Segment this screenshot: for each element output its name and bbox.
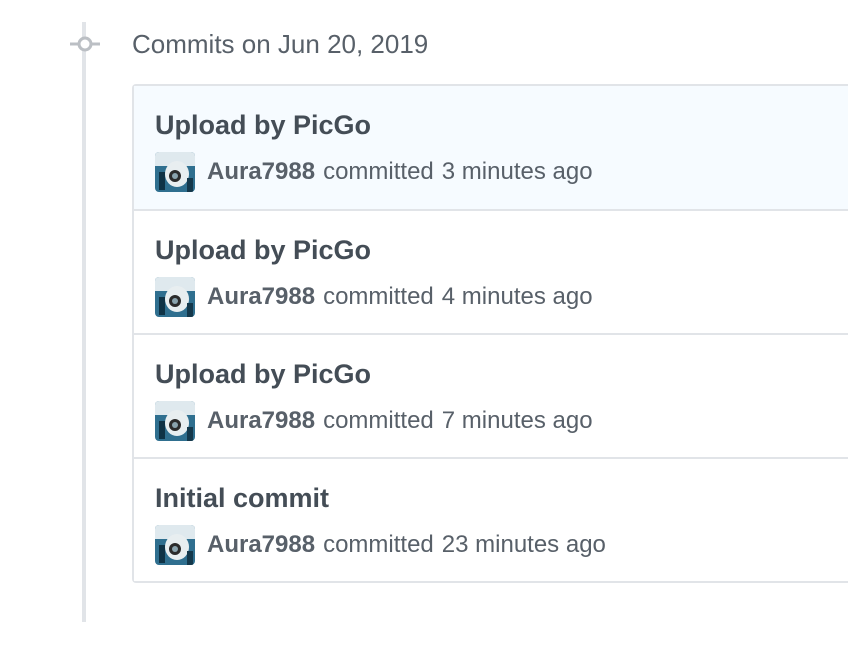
- commit-time: 23 minutes ago: [441, 531, 606, 558]
- commit-time: 3 minutes ago: [441, 158, 593, 185]
- commit-title-link[interactable]: Upload by PicGo: [155, 108, 371, 142]
- commit-row: Initial commit Aura7988 committed 23 min…: [134, 457, 848, 581]
- commit-group-title: Commits on Jun 20, 2019: [132, 29, 429, 59]
- git-commit-icon: [70, 36, 100, 52]
- commit-meta: Aura7988 committed 3 minutes ago: [155, 152, 593, 192]
- author-link[interactable]: Aura7988: [207, 283, 315, 311]
- commit-action-text: committed: [323, 158, 434, 185]
- avatar[interactable]: [155, 277, 195, 317]
- commit-title-link[interactable]: Initial commit: [155, 481, 329, 515]
- commit-title-link[interactable]: Upload by PicGo: [155, 233, 371, 267]
- commit-list: Upload by PicGo Aura7988 committed 3 min…: [132, 84, 848, 583]
- commit-meta: Aura7988 committed 4 minutes ago: [155, 277, 593, 317]
- commit-time: 7 minutes ago: [441, 407, 593, 434]
- avatar[interactable]: [155, 152, 195, 192]
- avatar[interactable]: [155, 525, 195, 565]
- commit-action-text: committed: [323, 531, 434, 558]
- author-link[interactable]: Aura7988: [207, 531, 315, 559]
- commit-time: 4 minutes ago: [441, 283, 593, 310]
- commit-action-text: committed: [323, 283, 434, 310]
- author-link[interactable]: Aura7988: [207, 158, 315, 186]
- commit-meta: Aura7988 committed 23 minutes ago: [155, 525, 606, 565]
- commit-row: Upload by PicGo Aura7988 committed 4 min…: [134, 209, 848, 333]
- commit-meta: Aura7988 committed 7 minutes ago: [155, 401, 593, 441]
- commit-title-link[interactable]: Upload by PicGo: [155, 357, 371, 391]
- commit-row: Upload by PicGo Aura7988 committed 3 min…: [134, 86, 848, 209]
- commit-action-text: committed: [323, 407, 434, 434]
- commit-row: Upload by PicGo Aura7988 committed 7 min…: [134, 333, 848, 457]
- timeline-line: [82, 22, 86, 622]
- commits-page: Commits on Jun 20, 2019 Upload by PicGo: [0, 0, 848, 656]
- author-link[interactable]: Aura7988: [207, 407, 315, 435]
- avatar[interactable]: [155, 401, 195, 441]
